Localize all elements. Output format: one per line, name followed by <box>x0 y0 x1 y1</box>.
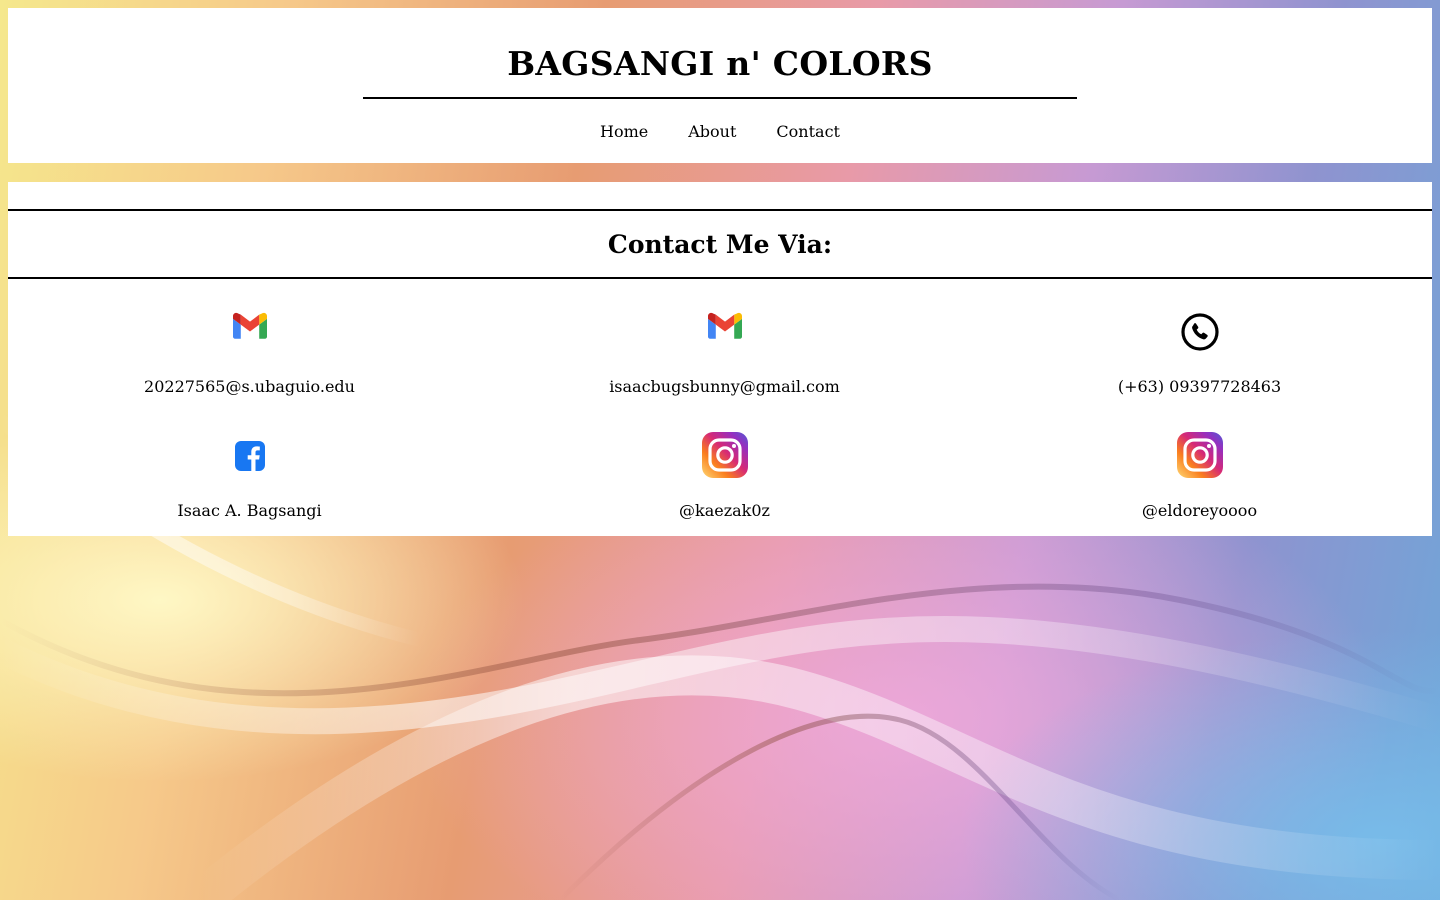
gmail-icon <box>707 312 742 339</box>
main-nav: Home About Contact <box>8 122 1432 141</box>
nav-contact-link[interactable]: Contact <box>776 122 840 141</box>
instagram-icon <box>1176 432 1223 478</box>
contact-label: 20227565@s.ubaguio.edu <box>144 377 355 396</box>
contact-panel: Contact Me Via: 20227565@s.ubaguio.edu i… <box>8 182 1432 536</box>
nav-home-link[interactable]: Home <box>600 122 648 141</box>
facebook-icon <box>234 441 265 471</box>
contact-label: Isaac A. Bagsangi <box>177 501 322 520</box>
phone-icon <box>1180 313 1219 351</box>
header-panel: BAGSANGI n' COLORS Home About Contact <box>8 8 1432 163</box>
gmail-icon <box>232 312 267 339</box>
title-divider <box>363 97 1077 99</box>
instagram-icon <box>701 432 748 478</box>
contact-label: isaacbugsbunny@gmail.com <box>609 377 840 396</box>
nav-about-link[interactable]: About <box>688 122 736 141</box>
contact-label: @eldoreyoooo <box>1141 501 1258 520</box>
contact-label: (+63) 09397728463 <box>1117 377 1282 396</box>
contact-label: @kaezak0z <box>679 501 770 520</box>
site-title: BAGSANGI n' COLORS <box>507 44 933 83</box>
contact-grid: 20227565@s.ubaguio.edu isaacbugsbunny@gm… <box>8 182 1432 536</box>
